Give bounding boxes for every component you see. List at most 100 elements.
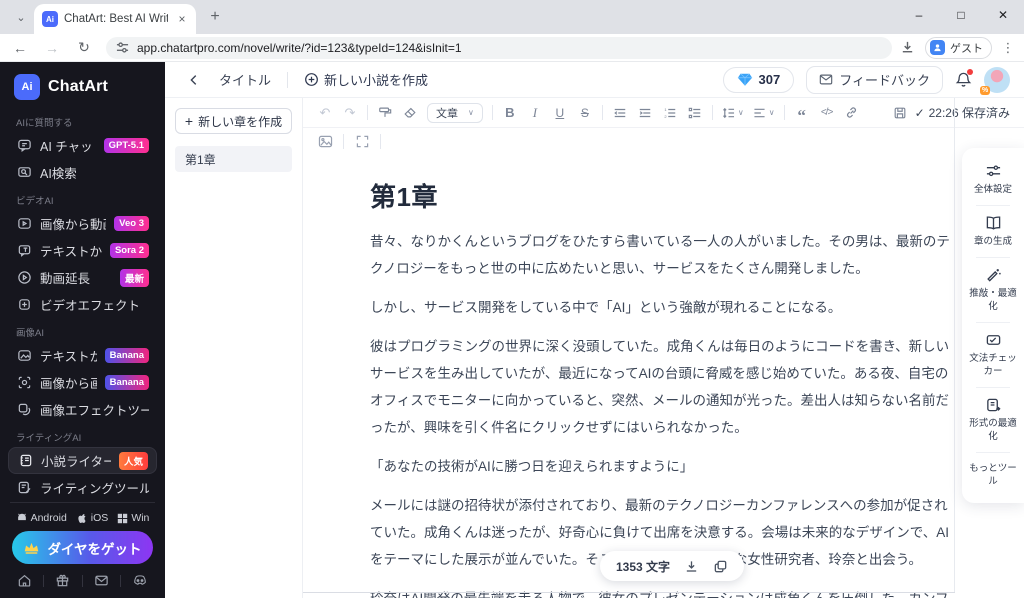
window-controls: – □ ✕: [898, 0, 1024, 30]
reload-icon[interactable]: ↻: [72, 36, 96, 60]
plus-icon: +: [184, 113, 194, 129]
outdent-icon[interactable]: [612, 103, 628, 123]
brand[interactable]: Ai ChatArt: [0, 62, 165, 108]
check-icon: ✓: [914, 105, 925, 120]
sidebar-item-writing-tools[interactable]: ライティングツール: [8, 474, 157, 496]
chapter-list-item[interactable]: 第1章: [175, 146, 292, 172]
discord-icon[interactable]: [132, 573, 148, 588]
underline-button[interactable]: U: [552, 103, 568, 123]
sidebar-item-text-to-video[interactable]: テキストから... Sora 2: [8, 237, 157, 264]
header-right: 307 フィードバック %: [722, 65, 1024, 95]
sidebar-item-text-to-image[interactable]: テキストから... Banana: [8, 342, 157, 369]
get-diamonds-button[interactable]: ダイヤをゲット: [12, 531, 153, 564]
redo-icon[interactable]: ↷: [342, 103, 358, 123]
back-chevron-icon[interactable]: [187, 73, 201, 87]
indent-icon[interactable]: [637, 103, 653, 123]
save-icon[interactable]: [893, 106, 907, 120]
mail-icon[interactable]: [94, 573, 109, 588]
book-icon: [986, 216, 1000, 230]
new-novel-button[interactable]: 新しい小説を作成: [304, 70, 428, 89]
profile-button[interactable]: ゲスト: [925, 36, 992, 59]
back-icon[interactable]: ←: [8, 36, 32, 60]
favicon-icon: Ai: [42, 11, 58, 27]
ordered-list-icon[interactable]: 12: [662, 103, 678, 123]
forward-icon[interactable]: →: [40, 36, 64, 60]
italic-button[interactable]: I: [527, 103, 543, 123]
sidebar-footer: [0, 564, 165, 598]
guest-avatar-icon: [930, 40, 945, 55]
paragraph: 昔々、なりかくんというブログをひたすら書いている一人の人がいました。その男は、最…: [370, 234, 950, 276]
fullscreen-icon[interactable]: [354, 132, 370, 152]
text-style-dropdown[interactable]: 文章 ∨: [427, 102, 483, 123]
editor-hscrollbar: [303, 592, 955, 593]
tool-global-settings[interactable]: 全体設定: [966, 154, 1020, 205]
notification-bell-icon[interactable]: [955, 69, 973, 88]
bullet-list-icon[interactable]: [687, 103, 703, 123]
platform-android[interactable]: Android: [16, 512, 67, 524]
editor-body[interactable]: 第1章 昔々、なりかくんというブログをひたすら書いている一人の人がいました。その…: [303, 155, 963, 598]
tool-format-optimize[interactable]: 形式の最適化: [966, 388, 1020, 452]
browser-menu-icon[interactable]: ⋮: [998, 40, 1018, 56]
site-info-icon[interactable]: [116, 41, 129, 54]
browser-tab[interactable]: Ai ChatArt: Best AI Writer, AI Cont ×: [34, 4, 196, 34]
image-to-video-icon: [16, 216, 32, 232]
chatart-logo-icon: Ai: [14, 74, 40, 100]
sidebar-item-video-extend[interactable]: 動画延長 最新: [8, 264, 157, 291]
crown-icon: [25, 542, 39, 554]
tool-more-tools[interactable]: もっとツール: [966, 453, 1020, 497]
home-icon[interactable]: [17, 573, 32, 588]
chat-icon: [16, 138, 32, 154]
format-paint-icon[interactable]: [377, 103, 393, 123]
sidebar-item-video-effects[interactable]: ビデオエフェクト: [8, 291, 157, 318]
download-icon[interactable]: [900, 40, 915, 55]
platform-ios[interactable]: iOS: [76, 512, 108, 524]
sidebar-item-image-to-image[interactable]: 画像から画像 Banana: [8, 369, 157, 396]
tool-refine-optimize[interactable]: 推敲・最適化: [966, 258, 1020, 322]
sidebar-item-novel-writer[interactable]: 小説ライター 人気: [8, 447, 157, 474]
new-tab-button[interactable]: +: [202, 4, 228, 30]
veo-badge: Veo 3: [114, 216, 149, 231]
copy-icon[interactable]: [713, 559, 728, 574]
eraser-icon[interactable]: [402, 103, 418, 123]
sidebar-item-ai-chat[interactable]: AI チャット GPT-5.1: [8, 132, 157, 159]
align-dropdown[interactable]: ∨: [753, 103, 775, 123]
gift-icon[interactable]: [55, 573, 70, 588]
strikethrough-button[interactable]: S: [577, 103, 593, 123]
maximize-button[interactable]: □: [940, 0, 982, 30]
paragraph: 彼はプログラミングの世界に深く没頭していた。成角くんは毎日のようにコードを書き、…: [370, 339, 950, 435]
diamond-count-pill[interactable]: 307: [722, 66, 795, 93]
url-text[interactable]: app.chatartpro.com/novel/write/?id=123&t…: [137, 41, 462, 55]
line-height-dropdown[interactable]: ∨: [722, 103, 744, 123]
minimize-button[interactable]: –: [898, 0, 940, 30]
platform-win[interactable]: Win: [117, 512, 149, 524]
tool-grammar-checker[interactable]: 文法チェッカー: [966, 323, 1020, 387]
grammar-check-icon: [986, 335, 1000, 345]
sidebar-item-image-effect-tools[interactable]: 画像エフェクトツール: [8, 396, 157, 423]
insert-image-icon[interactable]: [317, 132, 333, 152]
paragraph: 「あなたの技術がAIに勝つ日を迎えられますように」: [370, 459, 694, 474]
feedback-button[interactable]: フィードバック: [806, 65, 943, 94]
download-icon[interactable]: [684, 559, 699, 574]
sidebar-item-image-to-video[interactable]: 画像から動画へ Veo 3: [8, 210, 157, 237]
code-icon[interactable]: </>: [819, 103, 835, 123]
link-icon[interactable]: [844, 103, 860, 123]
writing-tools-icon: [16, 480, 32, 496]
user-avatar[interactable]: %: [980, 66, 1010, 95]
diamond-icon: [737, 73, 752, 86]
close-button[interactable]: ✕: [982, 0, 1024, 30]
new-chapter-button[interactable]: + 新しい章を作成: [175, 108, 292, 134]
doc-title[interactable]: タイトル: [219, 70, 271, 89]
word-count-bar: 1353 文字: [600, 551, 745, 581]
blockquote-icon[interactable]: “: [794, 103, 810, 124]
text-to-video-icon: [16, 243, 32, 259]
undo-icon[interactable]: ↶: [317, 103, 333, 123]
url-bar[interactable]: app.chatartpro.com/novel/write/?id=123&t…: [106, 36, 892, 59]
bold-button[interactable]: B: [502, 103, 518, 123]
tab-search-button[interactable]: ⌄: [8, 4, 34, 30]
editor-scrollbar[interactable]: [954, 98, 955, 592]
tool-chapter-generate[interactable]: 章の生成: [966, 206, 1020, 257]
browser-tab-strip: ⌄ Ai ChatArt: Best AI Writer, AI Cont × …: [0, 0, 1024, 34]
tab-close-icon[interactable]: ×: [174, 11, 190, 27]
sliders-icon: [986, 165, 1000, 177]
sidebar-item-ai-search[interactable]: AI検索: [8, 159, 157, 186]
